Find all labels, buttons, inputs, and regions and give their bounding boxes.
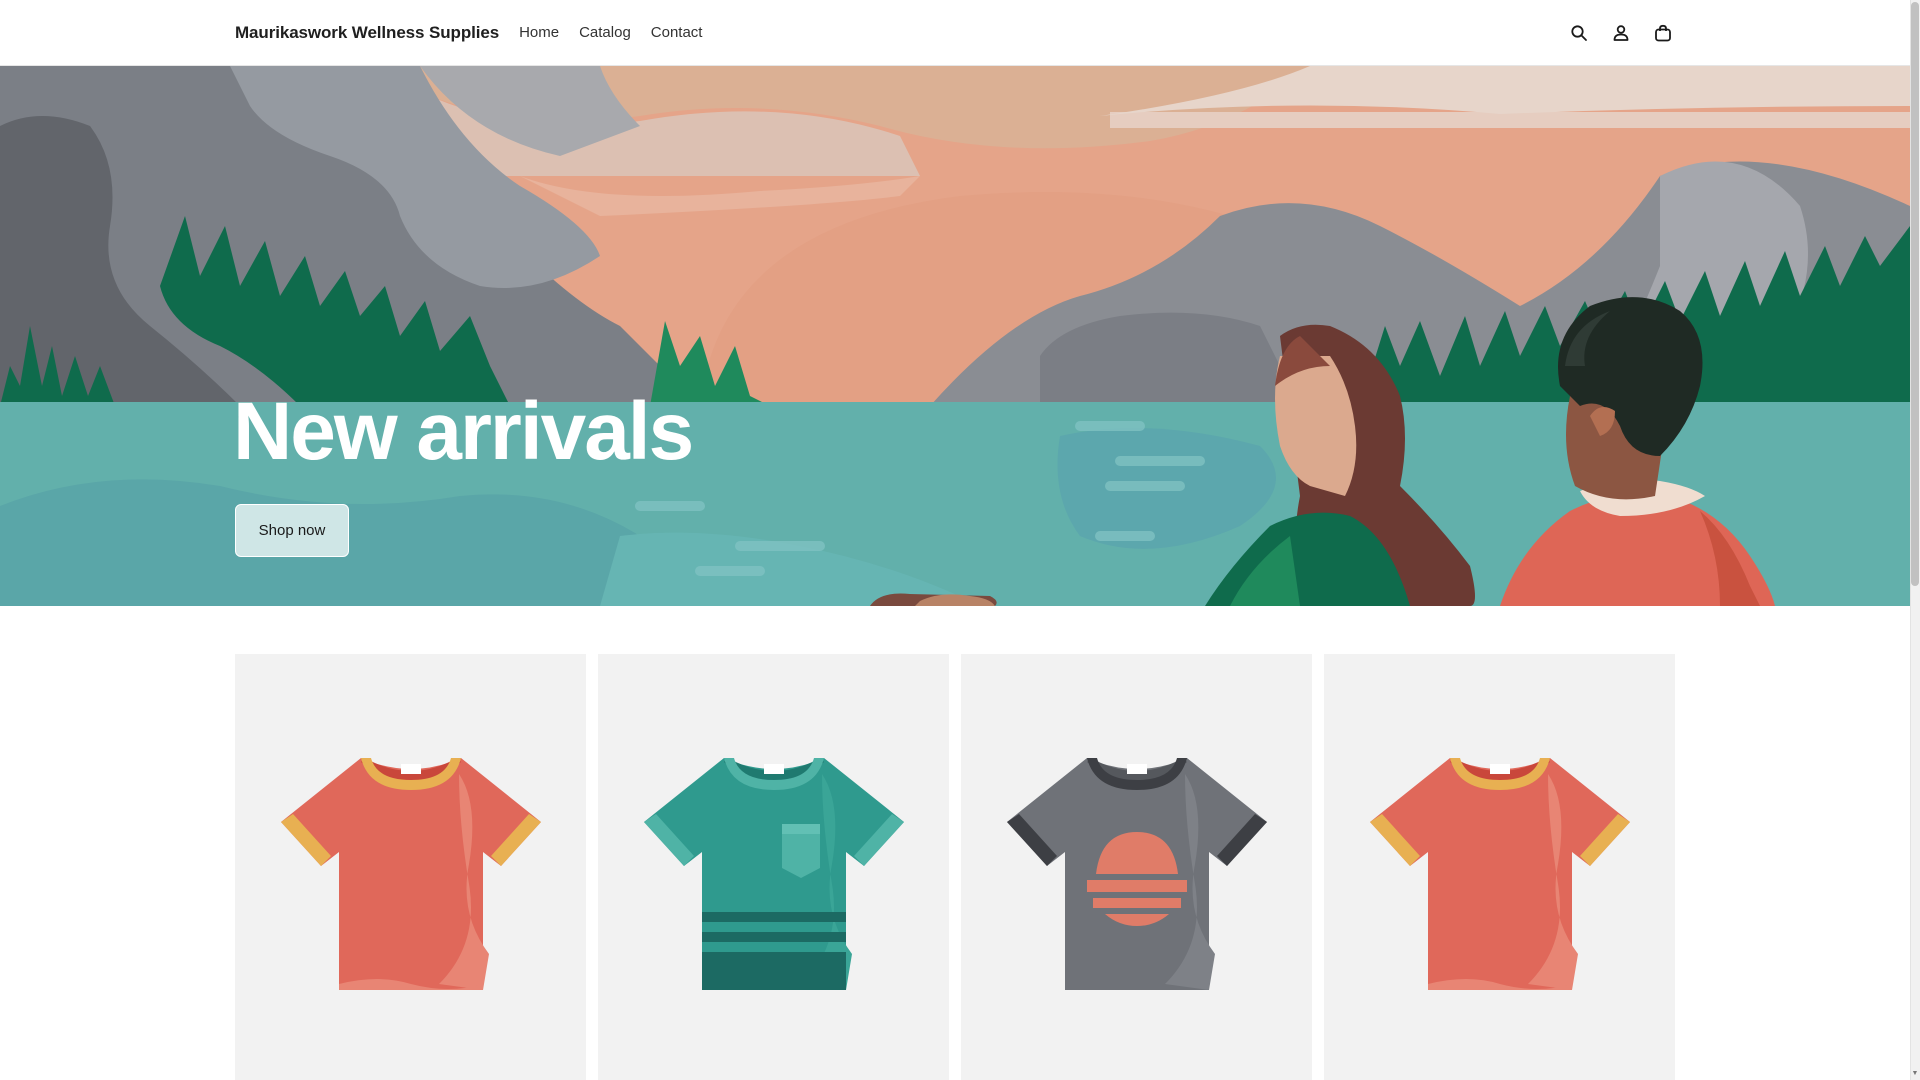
scroll-down-arrow-icon[interactable]: ▼ [1911,1070,1919,1078]
product-card[interactable] [961,654,1312,1080]
tshirt-image [1370,758,1630,990]
product-card[interactable] [235,654,586,1080]
page-scrollbar[interactable]: ▼ [1910,0,1920,1080]
site-header: Maurikaswork Wellness Supplies Home Cata… [0,0,1910,66]
tshirt-image [644,758,904,990]
account-icon[interactable] [1609,21,1633,45]
product-card[interactable] [1324,654,1675,1080]
tshirt-image [1007,758,1267,990]
product-card[interactable] [598,654,949,1080]
store-name-link[interactable]: Maurikaswork Wellness Supplies [235,23,499,43]
header-actions [1567,21,1675,45]
product-grid [235,654,1676,1080]
nav-home-link[interactable]: Home [519,24,559,41]
hero-title: New arrivals [233,386,694,477]
search-icon[interactable] [1567,21,1591,45]
shop-now-button[interactable]: Shop now [235,504,349,557]
nav-catalog-link[interactable]: Catalog [579,24,631,41]
storefront-page: Maurikaswork Wellness Supplies Home Cata… [0,0,1910,1080]
cart-icon[interactable] [1651,21,1675,45]
main-nav: Home Catalog Contact [519,24,702,41]
nav-contact-link[interactable]: Contact [651,24,703,41]
hero-banner: New arrivals Shop now [0,66,1910,606]
scrollbar-thumb[interactable] [1911,2,1919,586]
tshirt-image [281,758,541,990]
